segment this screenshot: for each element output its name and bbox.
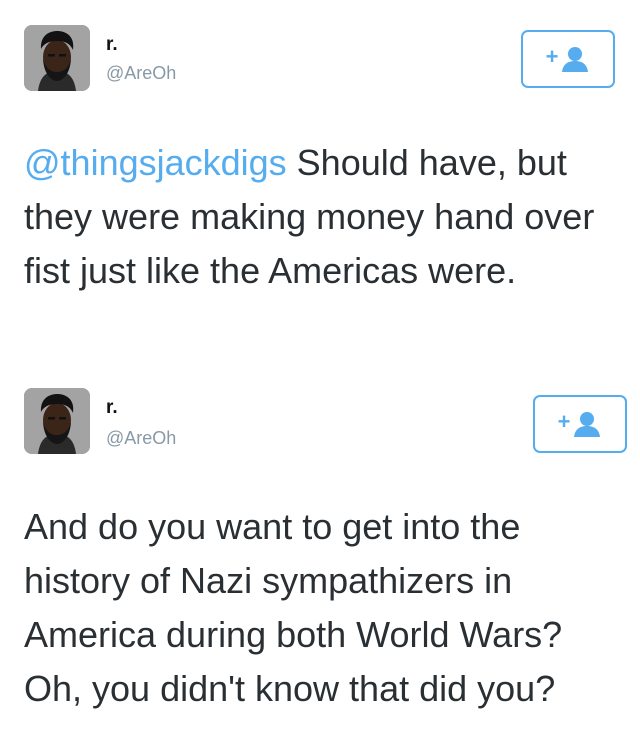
tweet: r. @AreOh + @thingsjackdigs Should have,… [0,0,640,372]
display-name[interactable]: r. [106,397,118,419]
tweet: r. @AreOh + And do you want to get into … [0,372,640,747]
plus-icon: + [557,409,571,434]
avatar-image [24,25,90,91]
add-user-icon [574,412,601,437]
avatar-image [24,388,90,454]
plus-icon: + [545,44,559,69]
follow-button[interactable]: + [521,30,615,88]
user-handle[interactable]: @AreOh [106,63,176,84]
display-name[interactable]: r. [106,34,118,56]
mention-link[interactable]: @thingsjackdigs [24,142,287,183]
tweet-text: And do you want to get into the history … [24,506,563,709]
avatar[interactable] [24,25,90,91]
user-handle[interactable]: @AreOh [106,428,176,449]
avatar[interactable] [24,388,90,454]
follow-button[interactable]: + [533,395,627,453]
tweet-text: @thingsjackdigs Should have, but they we… [24,136,624,298]
add-user-icon [562,47,589,72]
